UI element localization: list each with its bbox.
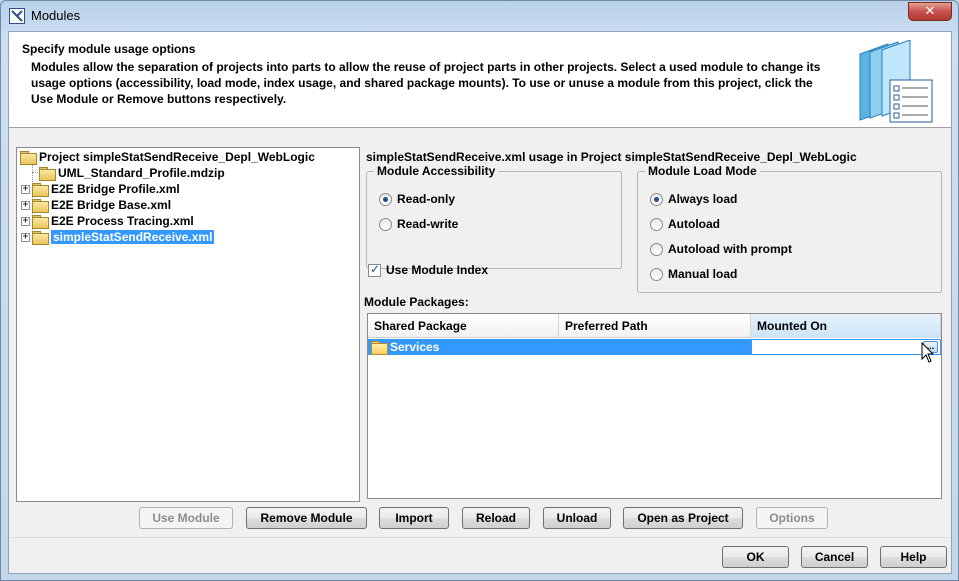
- modules-illustration-icon: [854, 39, 934, 124]
- read-only-label: Read-only: [397, 192, 456, 206]
- tree-item-label: E2E Bridge Profile.xml: [51, 182, 180, 196]
- tree-item-uml-standard-profile[interactable]: UML_Standard_Profile.mdzip: [39, 165, 225, 181]
- autoload-radio[interactable]: Autoload: [650, 217, 720, 231]
- radio-unchecked-icon: [650, 267, 663, 281]
- column-header-shared-package[interactable]: Shared Package: [368, 314, 559, 338]
- use-module-index-checkbox[interactable]: Use Module Index: [368, 262, 489, 277]
- use-module-button[interactable]: Use Module: [139, 507, 233, 529]
- expand-icon[interactable]: +: [21, 232, 30, 242]
- column-header-preferred-path[interactable]: Preferred Path: [559, 314, 751, 338]
- module-load-mode-title: Module Load Mode: [645, 164, 760, 178]
- folder-icon: [32, 215, 49, 229]
- expand-icon[interactable]: +: [21, 200, 30, 210]
- module-tree[interactable]: Project simpleStatSendReceive_Depl_WebLo…: [16, 147, 360, 502]
- options-button[interactable]: Options: [756, 507, 828, 529]
- remove-module-button[interactable]: Remove Module: [246, 507, 367, 529]
- manual-load-label: Manual load: [668, 267, 738, 281]
- radio-checked-icon: [379, 192, 392, 206]
- use-module-index-label: Use Module Index: [386, 263, 489, 277]
- tree-root[interactable]: Project simpleStatSendReceive_Depl_WebLo…: [20, 149, 315, 165]
- title-bar[interactable]: Modules ✕: [1, 1, 958, 31]
- module-accessibility-group: Module Accessibility Read-only Read-writ…: [366, 164, 622, 269]
- tree-root-label: Project simpleStatSendReceive_Depl_WebLo…: [39, 150, 315, 164]
- module-packages-table: Shared Package Preferred Path Mounted On…: [367, 313, 942, 499]
- mounted-on-cell[interactable]: ...: [751, 339, 941, 355]
- expand-icon[interactable]: +: [21, 184, 30, 194]
- shared-package-value: Services: [390, 340, 440, 354]
- tree-item-label: E2E Bridge Base.xml: [51, 198, 172, 212]
- reload-button[interactable]: Reload: [462, 507, 530, 529]
- table-row[interactable]: Services ...: [368, 339, 941, 355]
- header-description: Modules allow the separation of projects…: [31, 60, 821, 106]
- expand-icon[interactable]: +: [21, 216, 30, 226]
- tree-item-e2e-bridge-base[interactable]: + E2E Bridge Base.xml: [21, 197, 171, 213]
- manual-load-radio[interactable]: Manual load: [650, 267, 737, 281]
- column-header-mounted-on[interactable]: Mounted On: [751, 314, 941, 338]
- package-icon: [371, 341, 388, 355]
- folder-icon: [32, 199, 49, 213]
- module-load-mode-group: Module Load Mode Always load Autoload Au…: [637, 164, 942, 293]
- shared-package-cell[interactable]: Services: [368, 339, 559, 355]
- read-write-radio[interactable]: Read-write: [379, 217, 458, 231]
- close-button[interactable]: ✕: [908, 2, 952, 21]
- mouse-cursor-icon: [921, 342, 935, 363]
- tree-item-e2e-bridge-profile[interactable]: + E2E Bridge Profile.xml: [21, 181, 180, 197]
- always-load-label: Always load: [668, 192, 738, 206]
- radio-unchecked-icon: [650, 242, 663, 256]
- autoload-with-prompt-radio[interactable]: Autoload with prompt: [650, 242, 792, 256]
- dialog-content: Specify module usage options Modules all…: [8, 31, 952, 574]
- autoload-label: Autoload: [668, 217, 720, 231]
- import-button[interactable]: Import: [379, 507, 449, 529]
- tree-item-label: E2E Process Tracing.xml: [51, 214, 194, 228]
- header-title: Specify module usage options: [22, 42, 196, 56]
- radio-unchecked-icon: [379, 217, 392, 231]
- cancel-button[interactable]: Cancel: [801, 546, 868, 568]
- folder-icon: [32, 231, 49, 245]
- ok-button[interactable]: OK: [722, 546, 789, 568]
- window-title: Modules: [31, 8, 81, 23]
- tree-item-label: UML_Standard_Profile.mdzip: [58, 166, 225, 180]
- tree-item-e2e-process-tracing[interactable]: + E2E Process Tracing.xml: [21, 213, 194, 229]
- unload-button[interactable]: Unload: [543, 507, 611, 529]
- tree-item-label: simpleStatSendReceive.xml: [51, 230, 215, 244]
- help-button[interactable]: Help: [880, 546, 947, 568]
- footer-divider: [9, 537, 951, 538]
- tree-item-simplestatsendreceive[interactable]: + simpleStatSendReceive.xml: [21, 229, 215, 245]
- folder-icon: [32, 183, 49, 197]
- modules-dialog: Modules ✕ Specify module usage options M…: [0, 0, 959, 581]
- autoload-with-prompt-label: Autoload with prompt: [668, 242, 792, 256]
- usage-label: simpleStatSendReceive.xml usage in Proje…: [366, 150, 857, 164]
- header-panel: Specify module usage options Modules all…: [9, 32, 951, 128]
- open-as-project-button[interactable]: Open as Project: [623, 507, 743, 529]
- read-write-label: Read-write: [397, 217, 459, 231]
- module-accessibility-title: Module Accessibility: [374, 164, 499, 178]
- folder-open-icon: [20, 151, 37, 165]
- app-icon: [9, 8, 25, 24]
- table-header: Shared Package Preferred Path Mounted On: [368, 314, 941, 338]
- checkbox-checked-icon: [368, 262, 381, 277]
- module-packages-label: Module Packages:: [364, 295, 469, 309]
- radio-unchecked-icon: [650, 217, 663, 231]
- radio-checked-icon: [650, 192, 663, 206]
- always-load-radio[interactable]: Always load: [650, 192, 737, 206]
- preferred-path-cell[interactable]: [559, 339, 751, 355]
- read-only-radio[interactable]: Read-only: [379, 192, 455, 206]
- folder-icon: [39, 167, 56, 181]
